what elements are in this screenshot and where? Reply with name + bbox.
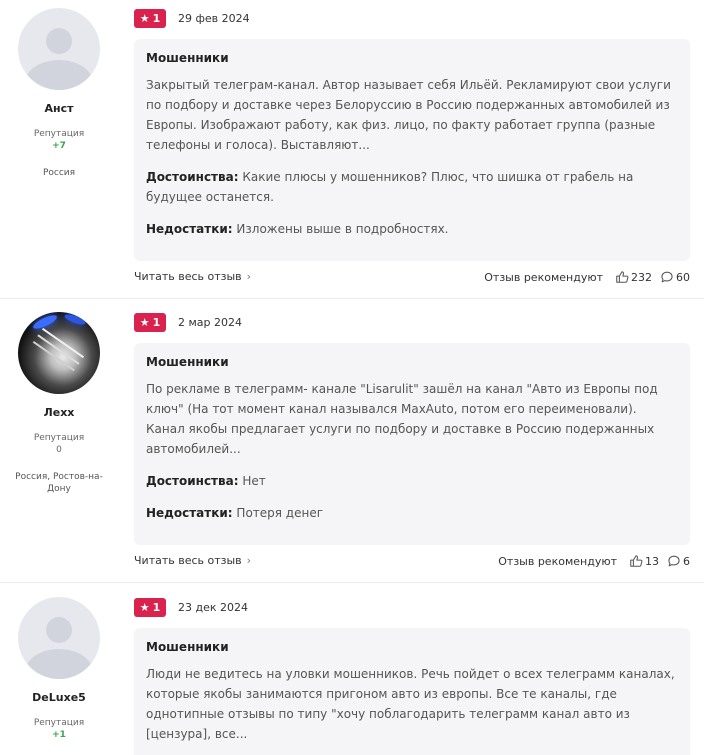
review-meta: ★ 1 29 фев 2024 xyxy=(134,8,250,28)
review-date: 29 фев 2024 xyxy=(178,11,250,25)
read-full-link[interactable]: Читать весь отзыв › xyxy=(134,270,251,283)
author-location: Россия, Ростов-на-Дону xyxy=(15,472,103,494)
star-icon: ★ xyxy=(139,11,150,25)
rating-value: 1 xyxy=(152,315,161,329)
review-text: По рекламе в телеграмм- канале "Lisaruli… xyxy=(146,382,658,456)
review-date: 2 мар 2024 xyxy=(178,315,243,329)
cons-text: Изложены выше в подробностях. xyxy=(236,222,449,236)
recommend-label: Отзыв рекомендуют xyxy=(498,554,617,568)
thumbs-up-icon xyxy=(616,271,629,283)
comment-icon xyxy=(661,271,673,283)
review-title[interactable]: Мошенники xyxy=(146,355,678,369)
comment-icon xyxy=(668,555,680,567)
cons-label: Недостатки: xyxy=(146,222,233,236)
rating-badge: ★ 1 xyxy=(134,8,166,28)
author-name[interactable]: DeLuxe5 xyxy=(0,691,118,704)
chevron-right-icon: › xyxy=(246,554,252,567)
review-pros: Достоинства: Нет xyxy=(146,471,678,491)
review-cons: Недостатки: Потеря денег xyxy=(146,503,678,523)
author-name[interactable]: Лехх xyxy=(0,406,118,419)
review-cons: Недостатки: Изложены выше в подробностях… xyxy=(146,219,678,239)
review-meta: ★ 1 23 дек 2024 xyxy=(134,597,248,617)
chevron-right-icon: › xyxy=(246,270,252,283)
pros-label: Достоинства: xyxy=(146,170,239,184)
cons-label: Недостатки: xyxy=(146,506,233,520)
review-title[interactable]: Мошенники xyxy=(146,640,678,654)
review-item: Анст Репутация +7 Россия ★ 1 29 фев 2024 … xyxy=(0,0,704,298)
review-footer: Читать весь отзыв › Отзыв рекомендуют 232… xyxy=(134,270,690,286)
rating-value: 1 xyxy=(152,600,161,614)
reputation-label: Репутация xyxy=(33,433,85,443)
review-item: Лехх Репутация 0 Россия, Ростов-на-Дону … xyxy=(0,299,704,582)
pros-text: Нет xyxy=(242,474,266,488)
recommend-label: Отзыв рекомендуют xyxy=(484,270,603,284)
review-card[interactable]: Мошенники Люди не ведитесь на уловки мош… xyxy=(134,628,690,755)
reputation-value: +1 xyxy=(52,730,66,740)
review-author: Анст Репутация +7 Россия xyxy=(0,8,118,179)
review-meta: ★ 1 2 мар 2024 xyxy=(134,312,242,332)
reputation-value: 0 xyxy=(56,445,62,455)
review-author: Лехх Репутация 0 Россия, Ростов-на-Дону xyxy=(0,312,118,495)
review-footer: Читать весь отзыв › Отзыв рекомендуют 13 … xyxy=(134,554,690,570)
author-avatar[interactable] xyxy=(18,312,100,394)
rating-value: 1 xyxy=(152,11,161,25)
comment-count: 60 xyxy=(676,270,690,284)
review-date: 23 дек 2024 xyxy=(178,600,249,614)
rating-badge: ★ 1 xyxy=(134,312,166,332)
author-location: Россия xyxy=(42,168,76,178)
read-full-label: Читать весь отзыв xyxy=(134,270,242,283)
reputation-label: Репутация xyxy=(33,129,85,139)
review-title[interactable]: Мошенники xyxy=(146,51,678,65)
cons-text: Потеря денег xyxy=(236,506,324,520)
comments-button[interactable]: 60 xyxy=(660,270,690,284)
review-card[interactable]: Мошенники Закрытый телеграм-канал. Автор… xyxy=(134,39,690,261)
rating-badge: ★ 1 xyxy=(134,597,166,617)
comments-button[interactable]: 6 xyxy=(667,554,690,568)
author-avatar[interactable] xyxy=(18,597,100,679)
author-name[interactable]: Анст xyxy=(0,102,118,115)
review-pros: Достоинства: Какие плюсы у мошенников? П… xyxy=(146,167,678,207)
author-avatar[interactable] xyxy=(18,8,100,90)
read-full-label: Читать весь отзыв xyxy=(134,554,242,567)
star-icon: ★ xyxy=(139,600,150,614)
review-item: DeLuxe5 Репутация +1 ★ 1 23 дек 2024 Моше… xyxy=(0,583,704,755)
review-author: DeLuxe5 Репутация +1 xyxy=(0,597,118,740)
like-count: 13 xyxy=(645,554,659,568)
like-count: 232 xyxy=(631,270,652,284)
reputation-label: Репутация xyxy=(33,718,85,728)
comment-count: 6 xyxy=(683,554,690,568)
star-icon: ★ xyxy=(139,315,150,329)
like-button[interactable]: 13 xyxy=(629,554,659,568)
review-card[interactable]: Мошенники По рекламе в телеграмм- канале… xyxy=(134,343,690,545)
review-text: Люди не ведитесь на уловки мошенников. Р… xyxy=(146,667,675,741)
read-full-link[interactable]: Читать весь отзыв › xyxy=(134,554,251,567)
like-button[interactable]: 232 xyxy=(615,270,652,284)
reputation-value: +7 xyxy=(52,141,66,151)
pros-label: Достоинства: xyxy=(146,474,239,488)
thumbs-up-icon xyxy=(630,555,643,567)
review-text: Закрытый телеграм-канал. Автор называет … xyxy=(146,78,671,152)
